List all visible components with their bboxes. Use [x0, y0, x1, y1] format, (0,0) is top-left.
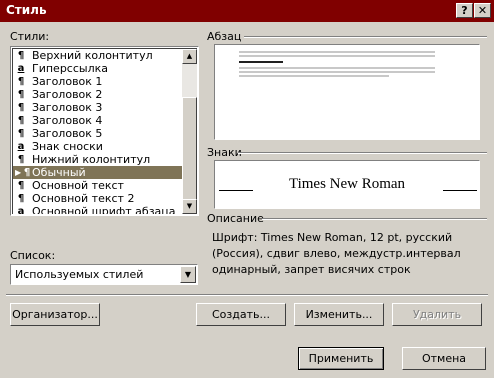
style-list-item-label: Основной текст 2	[32, 192, 135, 205]
paragraph-style-icon: ¶	[17, 89, 25, 100]
list-combobox[interactable]: Используемых стилей ▼	[10, 264, 198, 285]
create-button[interactable]: Создать...	[196, 303, 286, 326]
chars-label: Знаки	[207, 146, 242, 159]
style-list-item[interactable]: ¶ Основной текст	[13, 179, 184, 192]
selection-arrow-icon: ▶	[15, 168, 22, 177]
description-text: Шрифт: Times New Roman, 12 pt, русский (…	[212, 231, 461, 276]
modify-button[interactable]: Изменить...	[294, 303, 384, 326]
style-list-item[interactable]: ¶ Заголовок 2	[13, 88, 184, 101]
buttons-divider	[6, 294, 488, 296]
paragraph-style-icon: ¶	[17, 193, 25, 204]
style-list-item-label: Знак сноски	[32, 140, 103, 153]
character-style-icon: a	[17, 206, 25, 214]
styles-list[interactable]: a Основной шрифт абзаца ¶ Основной текст 2 ¶…	[12, 48, 197, 214]
style-list-item-label: Основной шрифт абзаца	[32, 205, 176, 214]
style-list-item[interactable]: a Гиперссылка	[13, 62, 184, 75]
style-list-item-label: Заголовок 1	[32, 75, 103, 88]
paragraph-style-icon: ¶	[17, 180, 25, 191]
style-list-item[interactable]: ¶ Верхний колонтитул	[13, 49, 184, 62]
paragraph-style-icon: ¶	[17, 50, 25, 61]
character-style-icon: a	[17, 141, 25, 152]
style-list-item[interactable]: a Знак сноски	[13, 140, 184, 153]
window-title: Стиль	[6, 3, 47, 17]
font-sample-text: Times New Roman	[288, 176, 406, 192]
paragraph-style-icon: ¶	[17, 154, 25, 165]
paragraph-divider	[244, 36, 487, 38]
style-list-item-label: Заголовок 5	[32, 127, 103, 140]
cancel-button[interactable]: Отмена	[402, 347, 486, 370]
list-combobox-value: Используемых стилей	[15, 268, 144, 281]
style-list-item[interactable]: ¶ Основной текст 2	[13, 192, 184, 205]
description-label: Описание	[207, 212, 264, 225]
delete-button[interactable]: Удалить	[392, 303, 482, 326]
title-bar: Стиль ? ✕	[0, 0, 494, 22]
style-list-item[interactable]: ▶ ¶ Обычный	[13, 166, 184, 179]
apply-button[interactable]: Применить	[298, 347, 384, 370]
chars-preview: Times New Roman	[214, 160, 480, 209]
style-list-item[interactable]: ¶ Заголовок 3	[13, 101, 184, 114]
styles-scrollbar[interactable]: ▲ ▼	[182, 49, 197, 214]
style-list-item-label: Гиперссылка	[32, 62, 108, 75]
close-button[interactable]: ✕	[474, 3, 491, 18]
paragraph-style-icon: ¶	[23, 167, 31, 178]
scroll-thumb[interactable]	[182, 97, 197, 203]
list-label: Список:	[10, 249, 56, 262]
style-list-item[interactable]: ¶ Нижний колонтитул	[13, 153, 184, 166]
style-list-item-label: Заголовок 2	[32, 88, 103, 101]
organizer-button[interactable]: Организатор...	[10, 303, 100, 326]
style-list-item-label: Основной текст	[32, 179, 124, 192]
style-list-item-label: Заголовок 3	[32, 101, 103, 114]
style-list-item-label: Верхний колонтитул	[32, 49, 153, 62]
styles-listbox[interactable]: a Основной шрифт абзаца ¶ Основной текст 2 ¶…	[10, 46, 199, 216]
scroll-down-button[interactable]: ▼	[182, 199, 197, 214]
character-style-icon: a	[17, 63, 25, 74]
paragraph-style-icon: ¶	[17, 115, 25, 126]
scroll-up-button[interactable]: ▲	[182, 49, 197, 64]
chars-divider	[238, 152, 487, 154]
paragraph-style-icon: ¶	[17, 76, 25, 87]
style-list-item[interactable]: ¶ Заголовок 4	[13, 114, 184, 127]
help-button[interactable]: ?	[456, 3, 473, 18]
paragraph-label: Абзац	[207, 30, 242, 43]
chevron-down-icon[interactable]: ▼	[180, 266, 196, 283]
paragraph-preview	[214, 44, 480, 140]
description-divider	[262, 218, 487, 220]
style-list-item-label: Обычный	[32, 166, 86, 179]
style-list-item[interactable]: ¶ Заголовок 1	[13, 75, 184, 88]
paragraph-style-icon: ¶	[17, 128, 25, 139]
paragraph-style-icon: ¶	[17, 102, 25, 113]
style-list-item[interactable]: ¶ Заголовок 5	[13, 127, 184, 140]
style-list-item[interactable]: a Основной шрифт абзаца	[13, 205, 184, 214]
style-list-item-label: Заголовок 4	[32, 114, 103, 127]
style-list-item-label: Нижний колонтитул	[32, 153, 151, 166]
styles-label: Стили:	[10, 30, 50, 43]
